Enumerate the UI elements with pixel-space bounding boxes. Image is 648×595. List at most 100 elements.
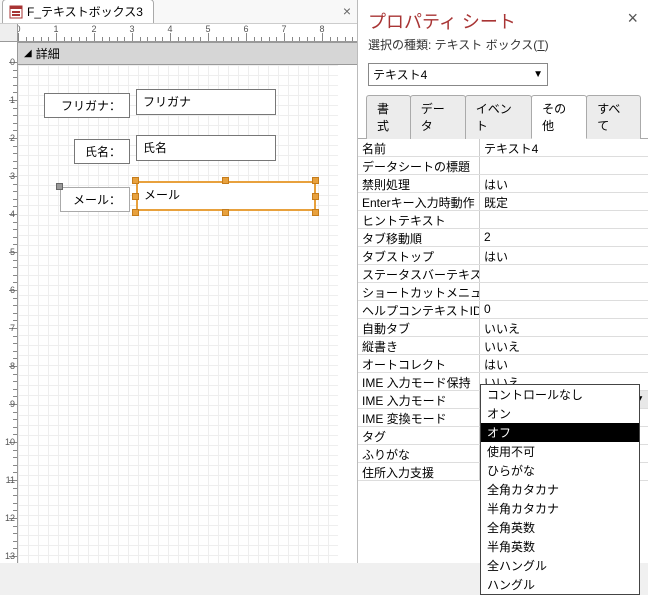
property-row[interactable]: ステータスバーテキスト [358,265,648,283]
dropdown-item[interactable]: オフ [481,423,639,442]
property-key: ショートカットメニューバー [358,283,480,300]
property-tab-0[interactable]: 書式 [366,95,411,139]
property-key: ふりがな [358,445,480,462]
selection-handle[interactable] [222,209,229,216]
property-row[interactable]: 禁則処理はい [358,175,648,193]
property-row[interactable]: データシートの標題 [358,157,648,175]
ime-mode-dropdown[interactable]: コントロールなしオンオフ使用不可ひらがな全角カタカナ半角カタカナ全角英数半角英数… [480,384,640,595]
selection-handle[interactable] [312,193,319,200]
property-value[interactable]: 既定 [480,193,648,210]
form-tab-close[interactable]: × [343,3,351,19]
property-row[interactable]: ヒントテキスト [358,211,648,229]
property-tab-2[interactable]: イベント [465,95,532,139]
property-value[interactable] [480,211,648,228]
property-object-selector[interactable]: テキスト4 ▼ [368,63,548,86]
property-row[interactable]: ヘルプコンテキストID0 [358,301,648,319]
selection-handle[interactable] [312,209,319,216]
property-tabs: 書式データイベントその他すべて [358,94,648,139]
chevron-down-icon: ▼ [533,69,543,80]
section-arrow-icon: ◢ [24,48,32,59]
selection-handle[interactable] [132,177,139,184]
dropdown-item[interactable]: 半角英数 [481,537,639,556]
form-tab-title: F_テキストボックス3 [27,3,143,20]
property-key: 住所入力支援 [358,463,480,480]
textbox-mail[interactable]: メール [136,181,316,211]
ruler-horizontal[interactable]: 012345678 [18,24,357,42]
property-value[interactable]: いいえ [480,337,648,354]
dropdown-item[interactable]: 使用不可 [481,442,639,461]
label-shimei[interactable]: 氏名： [74,139,130,164]
property-value[interactable] [480,157,648,174]
ruler-corner[interactable] [0,24,18,42]
property-key: ステータスバーテキスト [358,265,480,282]
dropdown-item[interactable]: コントロールなし [481,385,639,404]
property-key: 禁則処理 [358,175,480,192]
property-tab-3[interactable]: その他 [531,95,587,139]
property-row[interactable]: 縦書きいいえ [358,337,648,355]
property-row[interactable]: Enterキー入力時動作既定 [358,193,648,211]
property-value[interactable] [480,283,648,300]
property-key: ヒントテキスト [358,211,480,228]
property-key: タブ移動順 [358,229,480,246]
property-key: Enterキー入力時動作 [358,193,480,210]
selection-handle[interactable] [222,177,229,184]
property-title: プロパティ シート [368,8,638,34]
property-value[interactable]: はい [480,247,648,264]
dropdown-item[interactable]: 全角英数 [481,518,639,537]
property-key: 名前 [358,139,480,156]
property-key: IME 変換モード [358,409,480,426]
property-header: プロパティ シート × 選択の種類: テキスト ボックス(T) [358,0,648,55]
property-key: タブストップ [358,247,480,264]
property-key: IME 入力モード保持 [358,373,480,390]
dropdown-item[interactable]: 半角カタカナ [481,499,639,518]
form-designer-pane: F_テキストボックス3 × 012345678 0123456789101112… [0,0,358,563]
form-icon [9,5,23,19]
label-furigana[interactable]: フリガナ： [44,93,130,118]
property-row[interactable]: 自動タブいいえ [358,319,648,337]
property-row[interactable]: オートコレクトはい [358,355,648,373]
dropdown-item[interactable]: 全ハングル [481,556,639,575]
textbox-shimei[interactable]: 氏名 [136,135,276,161]
dropdown-item[interactable]: ハングル [481,575,639,594]
form-tab-bar: F_テキストボックス3 × [0,0,357,24]
property-key: 自動タブ [358,319,480,336]
label-mail[interactable]: メール： [60,187,130,212]
selection-handle[interactable] [132,193,139,200]
property-subtitle: 選択の種類: テキスト ボックス(T) [368,36,638,53]
property-key: オートコレクト [358,355,480,372]
selection-handle[interactable] [312,177,319,184]
property-value[interactable]: いいえ [480,319,648,336]
form-tab[interactable]: F_テキストボックス3 [2,0,154,23]
property-tab-1[interactable]: データ [410,95,466,139]
property-key: IME 入力モード [358,391,480,408]
selection-handle[interactable] [132,209,139,216]
property-value[interactable] [480,265,648,282]
property-value[interactable]: 2 [480,229,648,246]
property-row[interactable]: ショートカットメニューバー [358,283,648,301]
property-value[interactable]: はい [480,355,648,372]
property-key: タグ [358,427,480,444]
canvas-wrap: ◢ 詳細 フリガナ： フリガナ 氏名： 氏名 メール： メール [18,42,357,563]
property-key: ヘルプコンテキストID [358,301,480,318]
property-key: 縦書き [358,337,480,354]
dropdown-item[interactable]: ひらがな [481,461,639,480]
dropdown-item[interactable]: 全角カタカナ [481,480,639,499]
design-canvas[interactable]: フリガナ： フリガナ 氏名： 氏名 メール： メール [18,65,338,563]
textbox-furigana[interactable]: フリガナ [136,89,276,115]
property-object-row: テキスト4 ▼ [358,55,648,94]
property-object-name: テキスト4 [373,66,427,83]
selection-handle[interactable] [56,183,63,190]
property-row[interactable]: タブストップはい [358,247,648,265]
section-label: 詳細 [36,45,60,62]
property-value[interactable]: テキスト4 [480,139,648,156]
property-row[interactable]: 名前テキスト4 [358,139,648,157]
ruler-vertical[interactable]: 012345678910111213 [0,42,18,563]
section-header-detail[interactable]: ◢ 詳細 [18,42,357,65]
property-key: データシートの標題 [358,157,480,174]
property-value[interactable]: はい [480,175,648,192]
dropdown-item[interactable]: オン [481,404,639,423]
property-tab-4[interactable]: すべて [586,95,641,139]
property-close-button[interactable]: × [627,8,638,29]
property-value[interactable]: 0 [480,301,648,318]
property-row[interactable]: タブ移動順2 [358,229,648,247]
